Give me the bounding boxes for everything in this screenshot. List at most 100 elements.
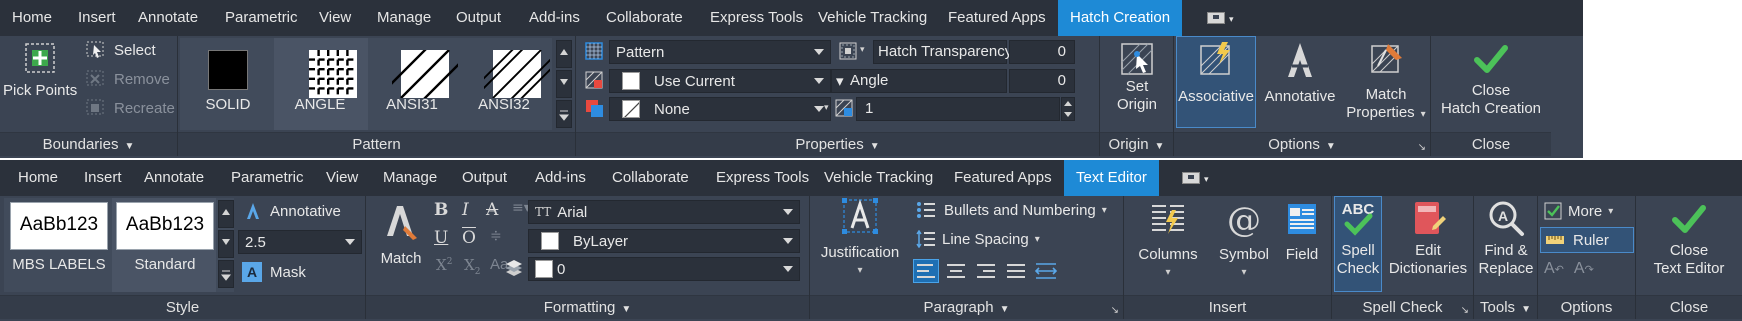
italic-button[interactable]: I (462, 200, 469, 220)
tab-manage[interactable]: Manage (383, 160, 437, 196)
find-replace-button[interactable]: A Find & Replace (1474, 198, 1538, 278)
stack-button[interactable]: ≑ (490, 228, 502, 244)
style-scroll-down[interactable] (218, 230, 234, 258)
text-style-card-mbs-labels[interactable]: AaBb123 (10, 202, 108, 250)
tab-collaborate[interactable]: Collaborate (612, 160, 689, 196)
tab-annotate[interactable]: Annotate (144, 160, 204, 196)
tab-home[interactable]: Home (18, 160, 58, 196)
annotative-button[interactable]: Annotative (1258, 40, 1342, 106)
bullets-numbering-button[interactable]: Bullets and Numbering ▾ (916, 201, 1107, 219)
paragraph-panel-title[interactable]: Paragraph ▼ (810, 295, 1123, 319)
annotative-toggle[interactable]: Annotative (244, 202, 341, 220)
more-options-button[interactable]: More ▾ (1544, 202, 1613, 220)
panel-visibility-icon[interactable]: ▾ (1182, 170, 1212, 186)
properties-panel-title[interactable]: Properties ▼ (576, 132, 1099, 156)
hatch-transparency-input[interactable]: 0 (1009, 40, 1075, 64)
hatch-type-dropdown[interactable]: Pattern (609, 40, 831, 64)
background-color-dropdown[interactable]: None (609, 97, 831, 121)
origin-panel-title[interactable]: Origin ▼ (1100, 132, 1173, 156)
bold-button[interactable]: B (434, 200, 448, 220)
options-dialog-launcher-icon[interactable]: ↘ (1418, 142, 1426, 153)
align-right-button[interactable] (974, 260, 998, 282)
pattern-gallery-expand[interactable] (556, 100, 572, 128)
formatting-panel-title[interactable]: Formatting ▼ (366, 295, 809, 319)
tab-express-tools[interactable]: Express Tools (716, 160, 809, 196)
tab-hatch-creation[interactable]: Hatch Creation (1058, 0, 1183, 36)
close-hatch-creation-button[interactable]: Close Hatch Creation (1431, 40, 1551, 118)
match-format-button[interactable]: Match (370, 200, 432, 268)
underline-button[interactable]: U (434, 228, 448, 248)
set-origin-button[interactable]: Set Origin (1100, 40, 1174, 114)
paragraph-dialog-launcher-icon[interactable]: ↘ (1111, 305, 1119, 316)
tab-vehicle-tracking[interactable]: Vehicle Tracking (824, 160, 933, 196)
superscript-button[interactable]: X2 (436, 256, 452, 274)
justify-button[interactable] (1004, 260, 1028, 282)
close-text-editor-button[interactable]: Close Text Editor (1636, 200, 1742, 278)
angle-input[interactable]: 0 (1009, 69, 1075, 93)
tab-output[interactable]: Output (456, 0, 501, 36)
pattern-swatch-solid[interactable] (208, 50, 248, 90)
transparency-menu-caret[interactable]: ▾ (860, 44, 865, 55)
ruler-toggle[interactable]: Ruler (1540, 227, 1634, 253)
style-gallery-expand[interactable] (218, 260, 234, 288)
pattern-swatch-ansi31[interactable] (392, 50, 458, 98)
undo-redo-buttons[interactable]: A ↶ A ↷ (1544, 260, 1594, 278)
columns-button[interactable]: Columns ▾ (1128, 200, 1208, 282)
oblique-angle-dropdown[interactable]: 0 (528, 257, 800, 281)
symbol-button[interactable]: @ Symbol ▾ (1212, 200, 1276, 282)
line-spacing-button[interactable]: Line Spacing ▾ (916, 230, 1040, 248)
spell-check-button[interactable]: ABC Spell Check (1334, 198, 1382, 278)
match-properties-button[interactable]: Match Properties ▾ (1344, 40, 1428, 124)
tab-annotate[interactable]: Annotate (138, 0, 198, 36)
distribute-button[interactable] (1034, 260, 1058, 282)
style-scroll-up[interactable] (218, 200, 234, 228)
align-center-button[interactable] (944, 260, 968, 282)
tab-vehicle-tracking[interactable]: Vehicle Tracking (818, 0, 927, 36)
text-color-dropdown[interactable]: ByLayer (528, 229, 800, 253)
tab-featured-apps[interactable]: Featured Apps (948, 0, 1046, 36)
remove-boundary-button[interactable]: Remove (86, 70, 170, 88)
tab-add-ins[interactable]: Add-ins (535, 160, 586, 196)
overline-button[interactable]: O (462, 228, 476, 248)
tools-panel-title[interactable]: Tools ▼ (1474, 295, 1537, 319)
tab-collaborate[interactable]: Collaborate (606, 0, 683, 36)
scale-menu-caret[interactable]: ▾ (824, 102, 829, 113)
tab-text-editor[interactable]: Text Editor (1064, 160, 1159, 196)
tab-add-ins[interactable]: Add-ins (529, 0, 580, 36)
select-boundary-button[interactable]: Select (86, 41, 156, 59)
tab-featured-apps[interactable]: Featured Apps (954, 160, 1052, 196)
text-height-dropdown[interactable]: 2.5 (238, 230, 362, 254)
spell-check-settings-launcher-icon[interactable]: ↘ (1461, 305, 1469, 316)
pattern-scroll-down[interactable] (556, 70, 572, 98)
subscript-button[interactable]: X2 (464, 256, 480, 277)
tab-view[interactable]: View (319, 0, 351, 36)
recreate-boundary-button[interactable]: Recreate (86, 99, 175, 117)
tab-insert[interactable]: Insert (78, 0, 116, 36)
tab-view[interactable]: View (326, 160, 358, 196)
associative-button[interactable]: Associative (1176, 40, 1256, 106)
panel-visibility-icon[interactable]: ▾ (1207, 10, 1237, 26)
strikethrough-button[interactable]: A (486, 200, 498, 220)
field-button[interactable]: Field (1276, 200, 1328, 264)
tab-insert[interactable]: Insert (84, 160, 122, 196)
hatch-scale-input[interactable]: 1 (856, 97, 1060, 121)
hatch-color-dropdown[interactable]: Use Current (609, 69, 831, 93)
scale-spinner[interactable] (1061, 97, 1075, 121)
pattern-scroll-up[interactable] (556, 40, 572, 68)
tab-parametric[interactable]: Parametric (231, 160, 304, 196)
edit-dictionaries-button[interactable]: Edit Dictionaries (1384, 198, 1472, 278)
justification-button[interactable]: Justification ▾ (814, 196, 906, 280)
tab-express-tools[interactable]: Express Tools (710, 0, 803, 36)
align-left-button[interactable] (913, 259, 939, 283)
tab-output[interactable]: Output (462, 160, 507, 196)
mask-button[interactable]: A Mask (242, 262, 306, 282)
tab-home[interactable]: Home (12, 0, 52, 36)
boundaries-panel-title[interactable]: Boundaries ▼ (0, 132, 177, 156)
pattern-swatch-angle[interactable] (300, 50, 366, 98)
tab-parametric[interactable]: Parametric (225, 0, 298, 36)
hatch-options-panel-title[interactable]: Options ▼ (1174, 132, 1430, 156)
pick-points-button[interactable]: Pick Points (3, 40, 77, 100)
tab-manage[interactable]: Manage (377, 0, 431, 36)
text-style-card-standard[interactable]: AaBb123 (116, 202, 214, 250)
pattern-swatch-ansi32[interactable] (484, 50, 550, 98)
